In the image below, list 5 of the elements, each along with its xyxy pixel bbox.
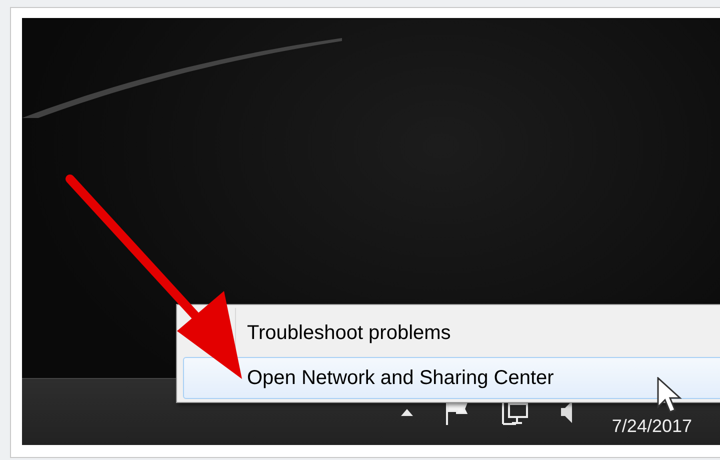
up-arrow-icon[interactable]	[400, 408, 413, 416]
date-text: 7/24/2017	[612, 414, 692, 438]
menu-item[interactable]: Troubleshoot problems	[183, 312, 720, 354]
menu-item[interactable]: Open Network and Sharing Center	[183, 357, 720, 399]
cursor-icon	[657, 377, 683, 415]
